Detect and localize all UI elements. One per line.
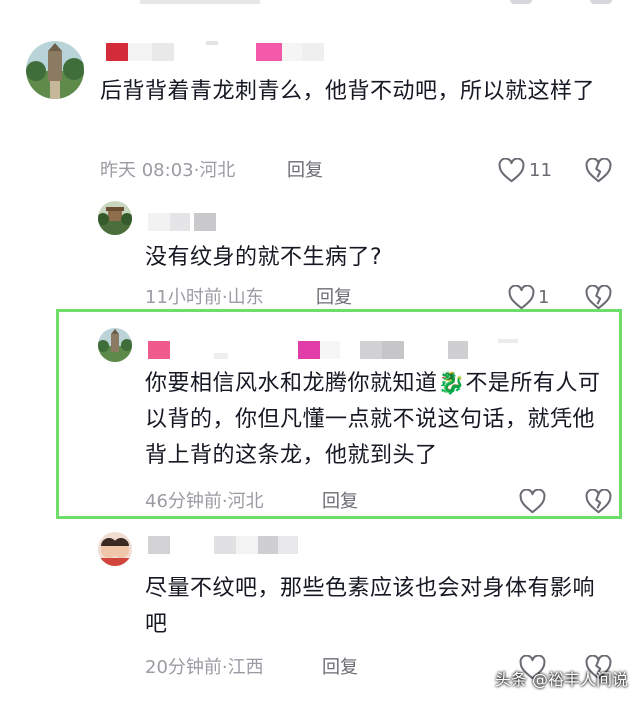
reply-button[interactable]: 回复	[287, 160, 323, 182]
comment-location: 山东	[227, 287, 264, 308]
previous-dislike-remnant	[590, 0, 612, 4]
comment-location: 河北	[227, 491, 264, 512]
username-mosaic[interactable]	[148, 213, 228, 231]
comment-time: 46分钟前	[145, 491, 222, 512]
reply-button[interactable]: 回复	[316, 287, 352, 309]
comment-text: 你要相信风水和龙腾你就知道🐉不是所有人可以背的，你但凡懂一点就不说这句话，就凭他…	[145, 371, 601, 468]
broken-heart-icon[interactable]	[585, 284, 612, 310]
broken-heart-icon[interactable]	[585, 488, 612, 514]
comment-location: 河北	[199, 160, 236, 181]
comment-text: 尽量不纹吧，那些色素应该也会对身体有影响吧	[145, 576, 596, 637]
watermark: 头条 @裕丰人间说	[494, 670, 628, 689]
comment-text: 后背背着青龙刺青么，他背不动吧，所以就这样了	[100, 79, 596, 104]
username-mosaic[interactable]	[148, 339, 528, 359]
like-count: 11	[529, 160, 552, 181]
previous-comment-remnant	[140, 0, 260, 4]
comment-meta: 昨天 08:03·河北	[100, 160, 235, 182]
previous-heart-remnant	[510, 0, 532, 4]
comment-location: 江西	[227, 657, 264, 678]
reply-button[interactable]: 回复	[322, 657, 358, 679]
heart-icon[interactable]	[519, 488, 546, 514]
comment-meta: 46分钟前·河北	[145, 491, 264, 513]
avatar[interactable]	[98, 201, 132, 235]
username-mosaic[interactable]	[106, 41, 346, 61]
comment-time: 11小时前	[145, 287, 222, 308]
reply-button[interactable]: 回复	[322, 491, 358, 513]
heart-icon[interactable]	[498, 157, 525, 183]
username-mosaic[interactable]	[148, 536, 308, 554]
comment-time: 昨天 08:03	[100, 160, 194, 181]
avatar[interactable]	[98, 532, 132, 566]
comment-meta: 20分钟前·江西	[145, 657, 264, 679]
comment-time: 20分钟前	[145, 657, 222, 678]
comment-text: 没有纹身的就不生病了?	[145, 245, 383, 270]
avatar[interactable]	[26, 41, 84, 99]
broken-heart-icon[interactable]	[585, 157, 612, 183]
heart-icon[interactable]	[508, 284, 535, 310]
like-count: 1	[538, 287, 550, 308]
comment-meta: 11小时前·山东	[145, 287, 264, 309]
avatar[interactable]	[98, 328, 132, 362]
